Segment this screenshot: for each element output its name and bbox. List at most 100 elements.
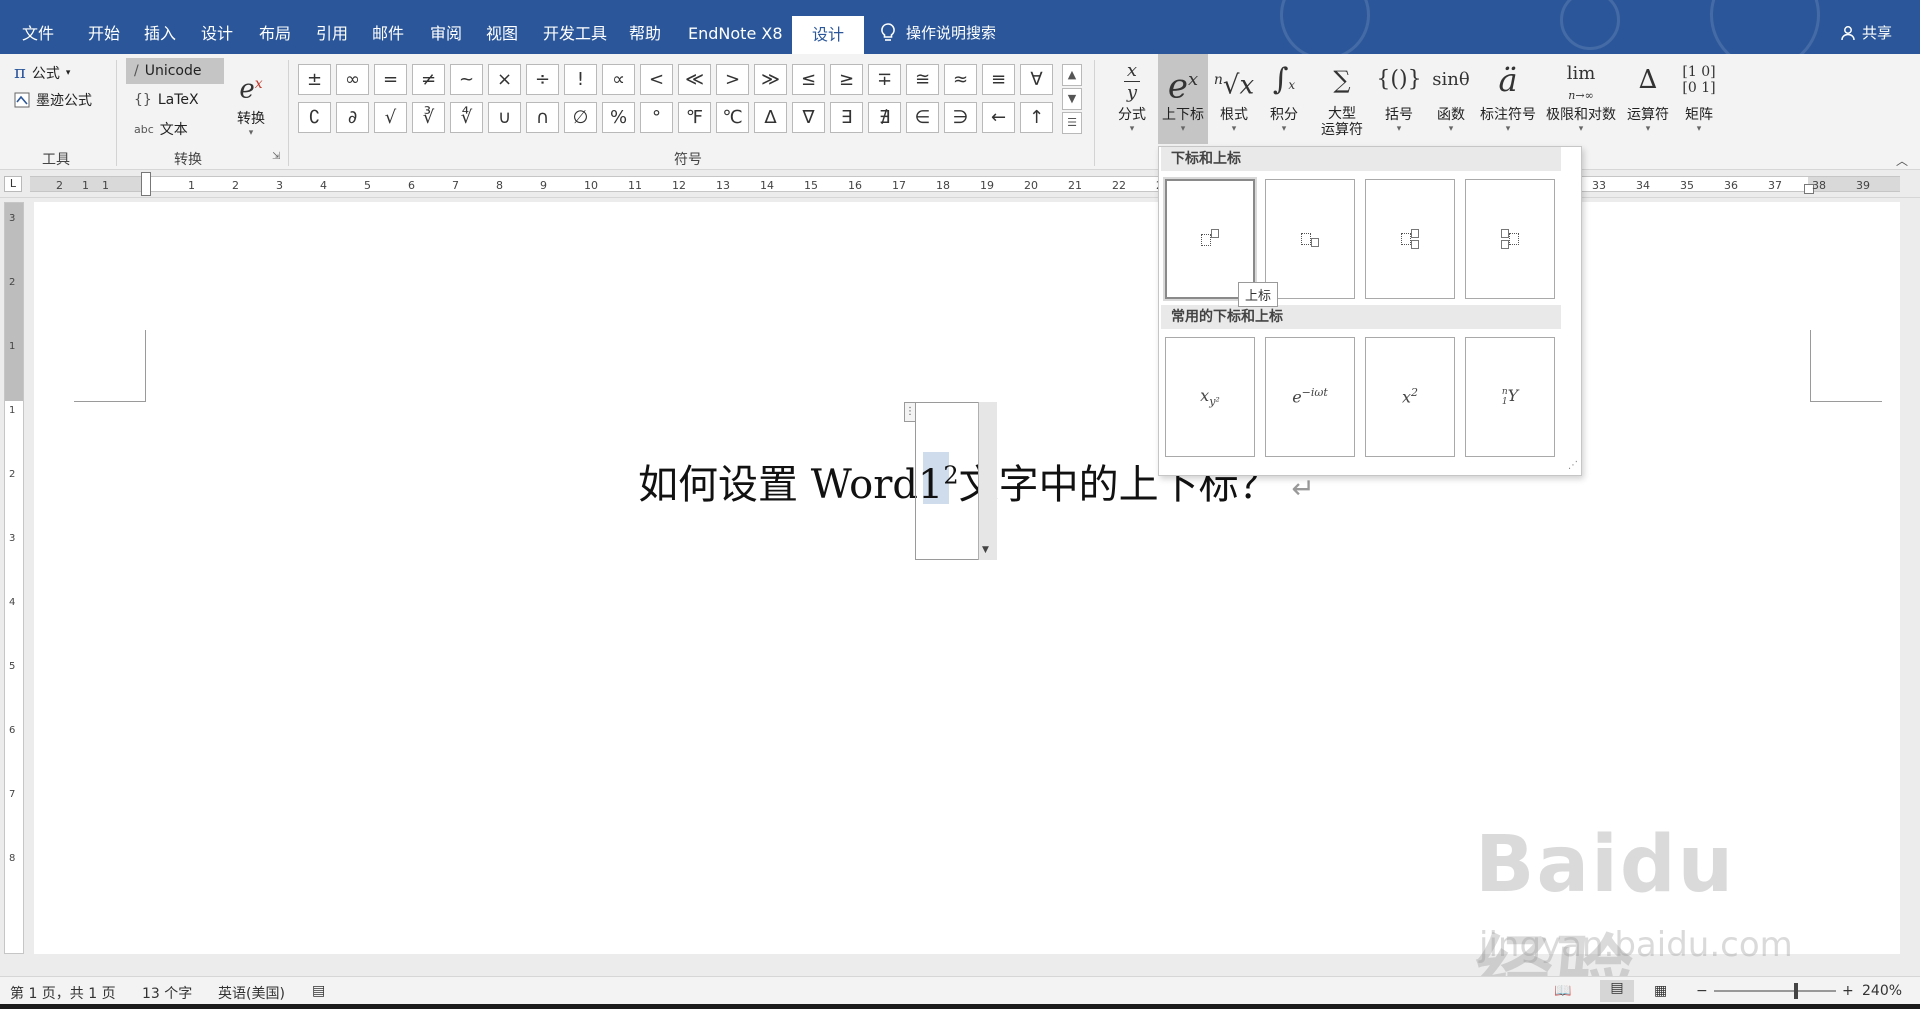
operator-button[interactable]: ∆ 运算符 ▾	[1624, 54, 1672, 134]
formula-button[interactable]: π 公式 ▾	[14, 62, 70, 83]
fraction-button[interactable]: xy 分式 ▾	[1110, 54, 1154, 134]
read-mode-icon[interactable]: 📖	[1554, 983, 1571, 999]
gallery-scroll-up[interactable]: ▲	[1062, 64, 1082, 86]
symbol-button[interactable]: ↑	[1020, 102, 1053, 133]
indent-marker[interactable]	[141, 172, 151, 196]
symbol-button[interactable]: ∝	[602, 64, 635, 95]
print-layout-icon[interactable]: ▤	[1600, 980, 1634, 1002]
symbol-button[interactable]: ∇	[792, 102, 825, 133]
symbol-button[interactable]: ∩	[526, 102, 559, 133]
symbol-button[interactable]: ∛	[412, 102, 445, 133]
tab-developer[interactable]: 开发工具	[543, 20, 607, 48]
symbol-button[interactable]: ∓	[868, 64, 901, 95]
symbol-button[interactable]: >	[716, 64, 749, 95]
symbol-button[interactable]: ≠	[412, 64, 445, 95]
symbol-button[interactable]: ∪	[488, 102, 521, 133]
tab-view[interactable]: 视图	[486, 20, 518, 48]
tab-insert[interactable]: 插入	[144, 20, 176, 48]
symbol-button[interactable]: ≤	[792, 64, 825, 95]
gallery-expand[interactable]: ☰	[1062, 112, 1082, 134]
dialog-launcher-icon[interactable]: ⇲	[272, 151, 280, 162]
collapse-ribbon-icon[interactable]: ︿	[1896, 152, 1908, 169]
symbol-button[interactable]: ±	[298, 64, 331, 95]
script-button[interactable]: ex 上下标 ▾	[1158, 54, 1208, 144]
unicode-option[interactable]: / Unicode	[126, 58, 224, 84]
symbol-button[interactable]: ≈	[944, 64, 977, 95]
zoom-level[interactable]: 240%	[1862, 983, 1902, 999]
tab-review[interactable]: 审阅	[430, 20, 462, 48]
symbol-button[interactable]: ~	[450, 64, 483, 95]
left-subsuperscript-template[interactable]	[1465, 179, 1555, 299]
symbol-button[interactable]: °	[640, 102, 673, 133]
matrix-button[interactable]: [1 0] [0 1] 矩阵 ▾	[1676, 54, 1722, 134]
symbol-button[interactable]: ∅	[564, 102, 597, 133]
ink-formula-button[interactable]: 墨迹公式	[14, 90, 92, 110]
symbol-button[interactable]: %	[602, 102, 635, 133]
subsuperscript-template[interactable]	[1365, 179, 1455, 299]
subscript-template[interactable]	[1265, 179, 1355, 299]
tab-endnote[interactable]: EndNote X8	[688, 20, 783, 48]
zoom-in-button[interactable]: +	[1842, 983, 1854, 999]
symbol-button[interactable]: ∆	[754, 102, 787, 133]
symbol-button[interactable]: =	[374, 64, 407, 95]
symbol-button[interactable]: ∞	[336, 64, 369, 95]
symbol-button[interactable]: ≡	[982, 64, 1015, 95]
function-button[interactable]: sinθ 函数 ▾	[1428, 54, 1474, 134]
word-count[interactable]: 13 个字	[142, 983, 192, 1003]
large-operator-button[interactable]: ∑ 大型 运算符 ▾	[1314, 54, 1370, 154]
tab-references[interactable]: 引用	[316, 20, 348, 48]
symbol-button[interactable]: <	[640, 64, 673, 95]
tab-design[interactable]: 设计	[201, 20, 233, 48]
symbol-button[interactable]: ≅	[906, 64, 939, 95]
common-script-x-squared[interactable]: x2	[1365, 337, 1455, 457]
accent-button[interactable]: ä 标注符号 ▾	[1478, 54, 1538, 134]
tab-home[interactable]: 开始	[88, 20, 120, 48]
common-script-x-sub-y2[interactable]: xy²	[1165, 337, 1255, 457]
macro-record-icon[interactable]: ▤	[312, 983, 325, 999]
symbol-button[interactable]: ∁	[298, 102, 331, 133]
share-button[interactable]: 共享	[1840, 22, 1892, 43]
text-option[interactable]: abc 文本	[126, 116, 224, 142]
zoom-slider[interactable]	[1714, 990, 1836, 992]
integral-button[interactable]: ∫x 积分 ▾	[1262, 54, 1306, 134]
tab-file[interactable]: 文件	[22, 20, 54, 48]
symbol-button[interactable]: ∋	[944, 102, 977, 133]
latex-option[interactable]: {} LaTeX	[126, 87, 224, 113]
common-script-e-iwt[interactable]: e−iωt	[1265, 337, 1355, 457]
equation-move-handle[interactable]: ⋮	[904, 402, 916, 422]
symbol-button[interactable]: ×	[488, 64, 521, 95]
radical-button[interactable]: n√x 根式 ▾	[1212, 54, 1256, 134]
tab-help[interactable]: 帮助	[629, 20, 661, 48]
symbol-button[interactable]: ∈	[906, 102, 939, 133]
page-count[interactable]: 第 1 页，共 1 页	[10, 983, 116, 1003]
tell-me-search[interactable]: 操作说明搜索	[880, 22, 996, 43]
resize-grip-icon[interactable]: ⋰	[1568, 460, 1578, 471]
symbol-button[interactable]: ∀	[1020, 64, 1053, 95]
equation-options-bar[interactable]	[978, 402, 997, 560]
symbol-button[interactable]: ÷	[526, 64, 559, 95]
zoom-slider-thumb[interactable]	[1794, 983, 1798, 999]
symbol-button[interactable]: ℉	[678, 102, 711, 133]
symbol-button[interactable]: ≥	[830, 64, 863, 95]
bracket-button[interactable]: {()} 括号 ▾	[1374, 54, 1424, 134]
tab-layout[interactable]: 布局	[259, 20, 291, 48]
tab-equation-design[interactable]: 设计	[792, 16, 865, 54]
superscript-template[interactable]	[1165, 179, 1255, 299]
symbol-button[interactable]: ∃	[830, 102, 863, 133]
symbol-button[interactable]: !	[564, 64, 597, 95]
symbol-button[interactable]: ←	[982, 102, 1015, 133]
web-layout-icon[interactable]: ▦	[1654, 983, 1667, 999]
convert-button[interactable]: ex 转换 ▾	[228, 58, 274, 138]
symbol-button[interactable]: ∜	[450, 102, 483, 133]
symbol-button[interactable]: √	[374, 102, 407, 133]
symbol-button[interactable]: ≫	[754, 64, 787, 95]
limit-log-button[interactable]: lim n→∞ 极限和对数 ▾	[1542, 54, 1620, 135]
symbol-button[interactable]: ∂	[336, 102, 369, 133]
common-script-n1Y[interactable]: n 1Y	[1465, 337, 1555, 457]
zoom-out-button[interactable]: −	[1696, 983, 1708, 999]
symbol-button[interactable]: ℃	[716, 102, 749, 133]
language-indicator[interactable]: 英语(美国)	[218, 983, 285, 1003]
symbol-button[interactable]: ∄	[868, 102, 901, 133]
tab-mailings[interactable]: 邮件	[372, 20, 404, 48]
symbol-button[interactable]: ≪	[678, 64, 711, 95]
